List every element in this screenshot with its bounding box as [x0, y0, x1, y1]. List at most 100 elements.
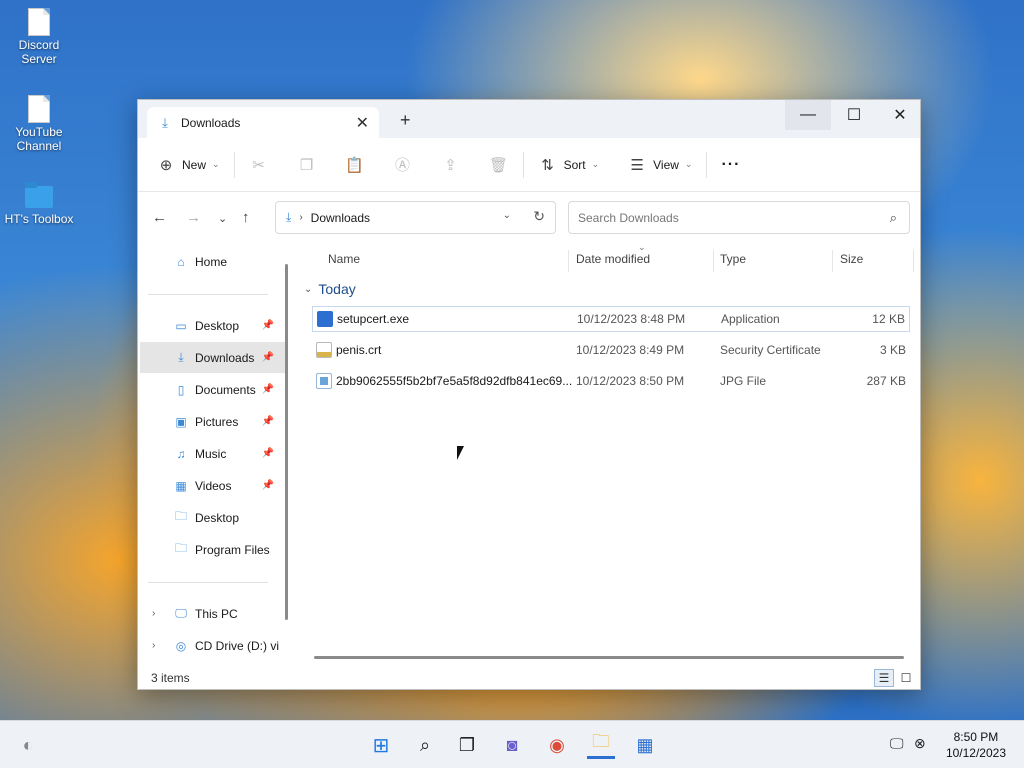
column-header-size[interactable]: Size [840, 244, 863, 274]
file-explorer-icon[interactable]: 🗀 [587, 731, 615, 759]
task-view-icon[interactable]: ❐ [453, 731, 481, 759]
up-arrow-icon[interactable]: ↑ [242, 209, 250, 226]
desktop-icon-hts-toolbox[interactable]: HT's Toolbox [3, 182, 75, 226]
start-button[interactable]: ⊞ [367, 731, 395, 759]
close-window-button[interactable]: ✕ [877, 100, 923, 130]
pin-icon[interactable]: 📌 [262, 448, 274, 459]
sidebar-item-cd-drive[interactable]: › ◎ CD Drive (D:) vir [140, 630, 286, 661]
divider [706, 151, 708, 178]
document-icon: ▯ [177, 382, 185, 397]
sidebar-item-program-files[interactable]: 🗀 Program Files [140, 534, 286, 565]
recent-chevron-icon[interactable]: ⌄ [218, 212, 227, 225]
divider [522, 151, 524, 178]
maximize-button[interactable]: ☐ [831, 100, 877, 130]
pin-icon[interactable]: 📌 [262, 416, 274, 427]
chevron-down-icon: ⌄ [304, 283, 313, 295]
rename-icon[interactable]: Ⓐ [393, 154, 413, 175]
column-divider[interactable] [913, 250, 914, 272]
search-icon: ⌕ [889, 210, 897, 225]
pin-icon[interactable]: 📌 [262, 320, 274, 331]
column-label: Date modified [576, 252, 651, 266]
sidebar-item-label: CD Drive (D:) vir [195, 638, 279, 653]
refresh-icon[interactable]: ↻ [533, 208, 545, 225]
clock[interactable]: 8:50 PM 10/12/2023 [946, 729, 1006, 761]
group-header-today[interactable]: ⌄ Today [304, 281, 356, 297]
volume-muted-icon[interactable]: ⊗ [914, 735, 926, 752]
network-icon[interactable]: 🖵 [890, 735, 904, 752]
sidebar-item-pictures[interactable]: ▣ Pictures 📌 [140, 406, 286, 437]
pin-icon[interactable]: 📌 [262, 352, 274, 363]
view-button[interactable]: ☰ View ⌄ [627, 156, 692, 174]
address-bar[interactable]: ⤓ › Downloads ⌄ ↻ [275, 201, 556, 234]
pin-icon[interactable]: 📌 [262, 480, 274, 491]
image-file-icon [316, 373, 332, 389]
file-row[interactable]: setupcert.exe 10/12/2023 8:48 PM Applica… [312, 306, 910, 332]
sidebar-item-desktop-folder[interactable]: 🗀 Desktop [140, 502, 286, 533]
sidebar-item-home[interactable]: ⌂ Home [140, 246, 286, 277]
computer-icon: 🖵 [175, 606, 187, 620]
sidebar-item-label: Pictures [195, 414, 239, 429]
sort-indicator-icon: ⌄ [638, 242, 646, 252]
divider [148, 582, 268, 583]
file-size: 287 KB [866, 374, 906, 388]
column-header-type[interactable]: Type [720, 244, 746, 274]
sidebar-item-documents[interactable]: ▯ Documents 📌 [140, 374, 286, 405]
sidebar-item-desktop[interactable]: ▭ Desktop 📌 [140, 310, 286, 341]
delete-icon[interactable]: 🗑 [489, 156, 509, 174]
sidebar-scrollbar[interactable] [285, 264, 288, 620]
file-row[interactable]: penis.crt 10/12/2023 8:49 PM Security Ce… [312, 337, 910, 363]
new-tab-button[interactable]: + [400, 110, 411, 131]
horizontal-scrollbar[interactable] [314, 656, 904, 659]
desktop-icon-label: HT's Toolbox [4, 212, 74, 226]
search-input[interactable]: Search Downloads ⌕ [568, 201, 910, 234]
file-type: JPG File [720, 374, 767, 388]
application-icon [317, 311, 333, 327]
sidebar-item-videos[interactable]: ▦ Videos 📌 [140, 470, 286, 501]
address-row: ← → ⌄ ↑ ⤓ › Downloads ⌄ ↻ Search Downloa… [138, 192, 920, 244]
share-icon[interactable]: ⇪ [441, 156, 461, 174]
sidebar-item-this-pc[interactable]: › 🖵 This PC [140, 598, 286, 629]
details-view-icon[interactable]: ☰ [874, 669, 894, 687]
file-row[interactable]: 2bb9062555f5b2bf7e5a5f8d92dfb841ec69... … [312, 368, 910, 394]
widgets-icon[interactable]: ◐ [14, 731, 42, 759]
forward-arrow-icon[interactable]: → [186, 209, 201, 226]
cut-icon[interactable]: ✂ [249, 156, 269, 174]
desktop-icon-youtube-channel[interactable]: YouTube Channel [3, 95, 75, 153]
sidebar-item-label: Home [195, 254, 228, 269]
search-icon[interactable]: ⌕ [411, 731, 439, 759]
tiles-view-icon[interactable]: ☐ [896, 669, 916, 687]
chat-icon[interactable]: ◙ [498, 731, 526, 759]
sidebar-item-downloads[interactable]: ⤓ Downloads 📌 [140, 342, 286, 373]
chevron-down-icon[interactable]: ⌄ [503, 210, 511, 221]
file-name: penis.crt [336, 343, 382, 357]
chrome-icon[interactable]: ◉ [543, 731, 571, 759]
column-divider[interactable] [568, 250, 569, 272]
new-button[interactable]: ⊕ New ⌄ [156, 156, 220, 174]
more-options-button[interactable]: ··· [721, 156, 740, 174]
paste-icon[interactable]: 📋 [345, 156, 365, 174]
column-divider[interactable] [713, 250, 714, 272]
chevron-right-icon[interactable]: › [152, 640, 155, 651]
sort-button[interactable]: ⇅ Sort ⌄ [538, 156, 599, 174]
desktop-icon-discord-server[interactable]: Discord Server [3, 8, 75, 66]
breadcrumb[interactable]: Downloads [311, 211, 370, 225]
file-icon [28, 95, 50, 123]
clock-time: 8:50 PM [953, 730, 999, 744]
clock-date: 10/12/2023 [945, 746, 1006, 760]
minimize-button[interactable]: — [785, 100, 831, 130]
download-icon: ⤓ [162, 114, 168, 130]
chevron-right-icon[interactable]: › [152, 608, 155, 619]
close-tab-button[interactable]: ✕ [356, 113, 369, 133]
file-date: 10/12/2023 8:50 PM [576, 374, 685, 388]
sidebar-item-music[interactable]: ♫ Music 📌 [140, 438, 286, 469]
column-divider[interactable] [832, 250, 833, 272]
tab-downloads[interactable]: ⤓ Downloads ✕ [147, 107, 379, 138]
copy-icon[interactable]: ❐ [297, 156, 317, 174]
store-icon[interactable]: ▦ [631, 731, 659, 759]
picture-icon: ▣ [175, 414, 187, 429]
sidebar-item-label: Downloads [195, 350, 255, 365]
pin-icon[interactable]: 📌 [262, 384, 274, 395]
column-header-name[interactable]: Name [328, 244, 360, 274]
sidebar-item-label: Desktop [195, 510, 240, 525]
back-arrow-icon[interactable]: ← [152, 209, 167, 226]
